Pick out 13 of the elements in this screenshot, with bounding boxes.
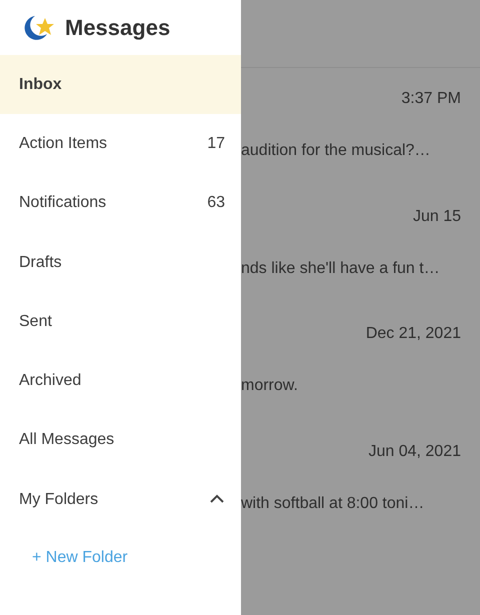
unread-count: 17	[207, 134, 225, 153]
message-time: Jun 04, 2021	[368, 442, 461, 462]
unread-count: 63	[207, 194, 225, 212]
message-time: 3:37 PM	[401, 89, 461, 109]
message-time: Jun 15	[412, 206, 461, 226]
message-preview: with softball at 8:00 toni…	[241, 494, 424, 514]
message-time: Dec 21, 2021	[366, 324, 461, 344]
drawer-title: Messages	[65, 14, 170, 40]
chevron-icon[interactable]	[209, 494, 225, 504]
folder-item[interactable]: Inbox	[0, 55, 241, 114]
message-preview: nds like she'll have a fun t…	[241, 258, 440, 278]
message-preview: morrow.	[241, 376, 298, 396]
message-preview: audition for the musical?…	[241, 141, 430, 161]
